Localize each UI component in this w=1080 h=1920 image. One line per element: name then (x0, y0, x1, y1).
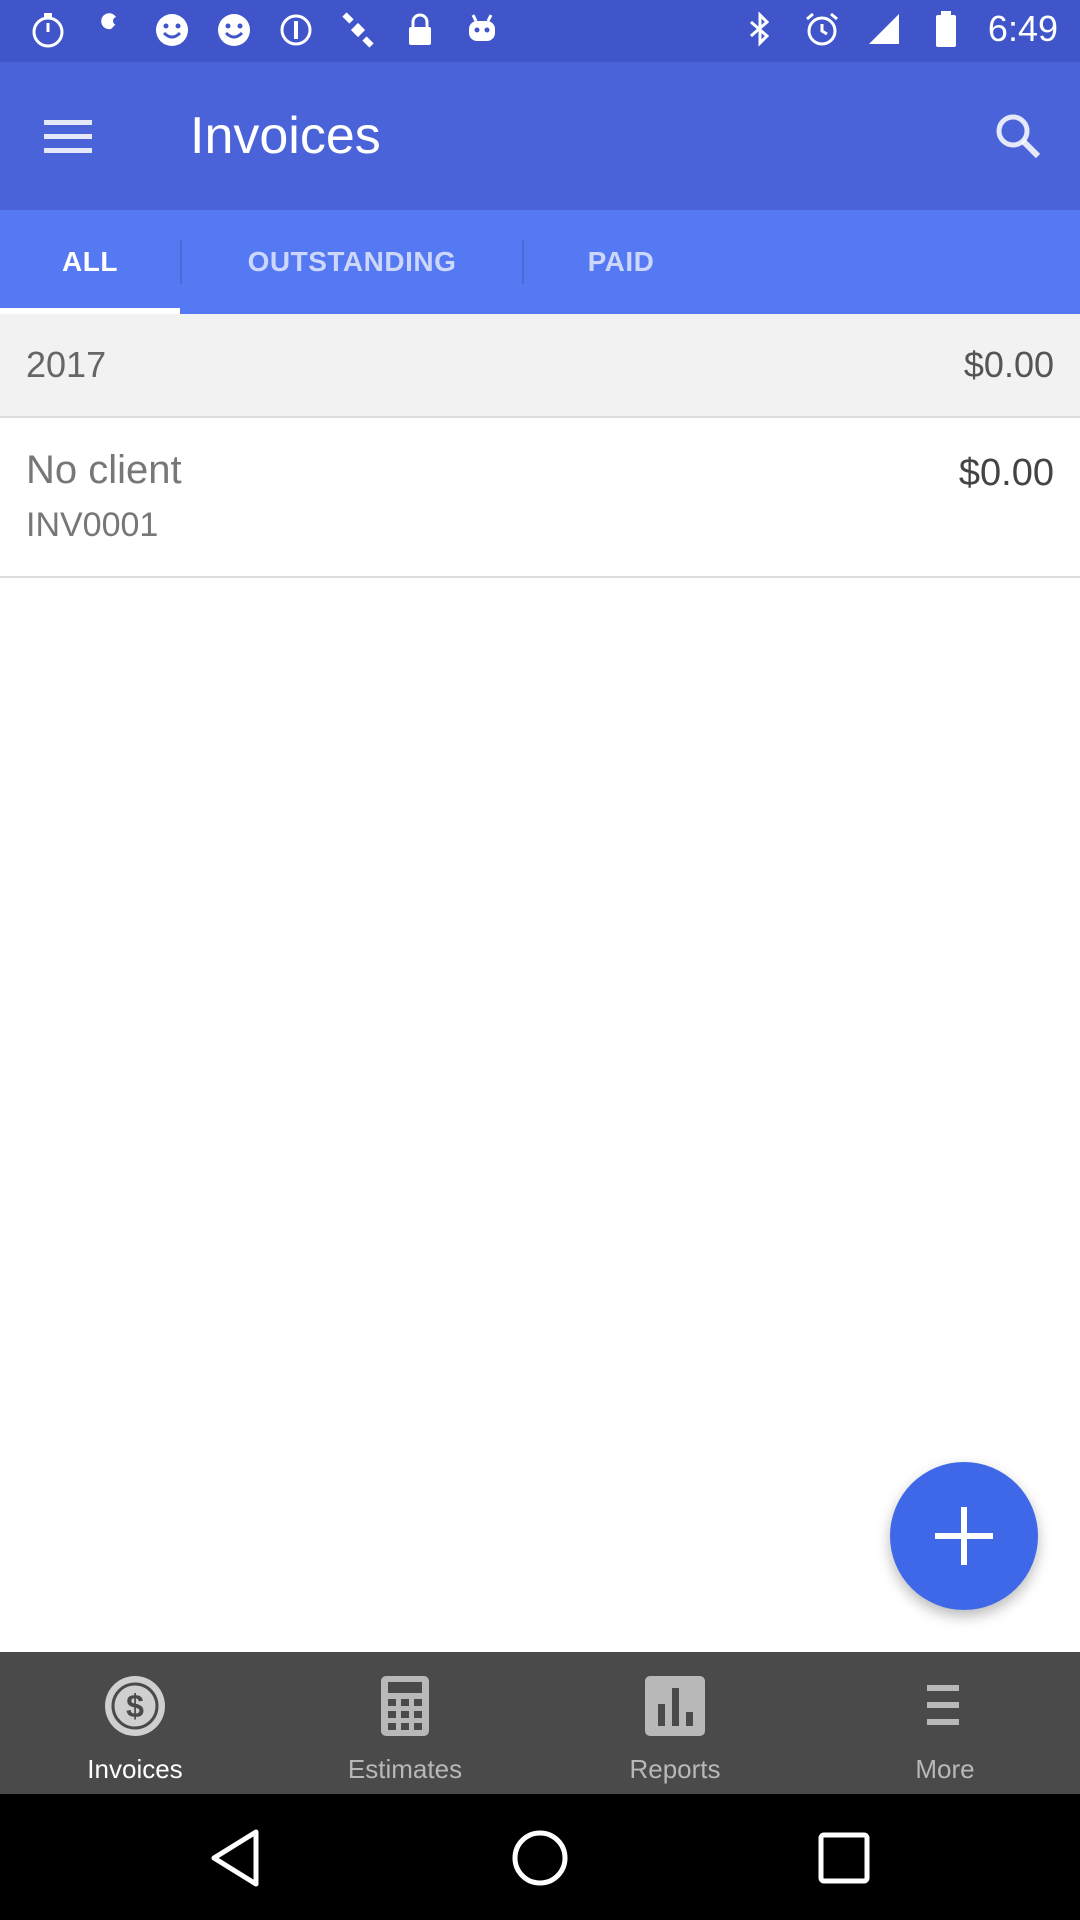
invoice-client: No client (26, 448, 182, 492)
android-icon (462, 10, 502, 50)
back-icon[interactable] (198, 1820, 274, 1896)
tab-paid[interactable]: PAID (524, 210, 718, 314)
invoice-amount: $0.00 (958, 452, 1054, 494)
group-total: $0.00 (963, 344, 1054, 385)
more-menu-icon (911, 1672, 979, 1740)
status-bar-system: 6:49 (740, 8, 1058, 50)
invoice-number: INV0001 (26, 506, 159, 544)
clock: 6:49 (987, 8, 1058, 49)
tab-all[interactable]: ALL (0, 210, 180, 314)
tab-outstanding[interactable]: OUTSTANDING (182, 210, 522, 314)
alarm-icon (802, 9, 842, 49)
nav-more-label: More (915, 1754, 975, 1784)
nav-more[interactable]: More (810, 1652, 1080, 1794)
plus-icon (935, 1507, 993, 1565)
nav-invoices[interactable]: $ Invoices (0, 1652, 270, 1794)
signal-icon (864, 9, 904, 49)
home-icon[interactable] (502, 1820, 578, 1896)
nav-reports-label: Reports (629, 1754, 721, 1784)
menu-icon[interactable] (40, 108, 96, 164)
add-invoice-button[interactable] (890, 1462, 1038, 1610)
status-bar: 6:49 (0, 0, 1080, 62)
recents-icon[interactable] (806, 1820, 882, 1896)
nav-invoices-label: Invoices (87, 1754, 183, 1784)
status-bar-notifications (28, 10, 502, 50)
app-toolbar: Invoices (0, 62, 1080, 210)
calculator-icon (371, 1672, 439, 1740)
nav-estimates-label: Estimates (347, 1754, 463, 1784)
invoice-list-item[interactable]: No client INV0001 $0.00 (0, 418, 1080, 578)
page-title: Invoices (190, 107, 381, 165)
smiley-icon (214, 10, 254, 50)
bluetooth-icon (740, 9, 780, 49)
battery-icon (926, 9, 966, 49)
stopwatch-icon (28, 10, 68, 50)
disc-icon (276, 10, 316, 50)
wrench-icon (90, 10, 130, 50)
system-navigation-bar (0, 1794, 1080, 1920)
search-icon[interactable] (986, 104, 1050, 168)
svg-text:$: $ (126, 1688, 144, 1724)
bottom-navigation: $ Invoices Estimates Reports More (0, 1652, 1080, 1794)
satellite-icon (338, 10, 378, 50)
dollar-icon: $ (101, 1672, 169, 1740)
invoice-filter-tabs: ALL OUTSTANDING PAID (0, 210, 1080, 314)
nav-reports[interactable]: Reports (540, 1652, 810, 1794)
smiley-icon (152, 10, 192, 50)
bar-chart-icon (641, 1672, 709, 1740)
year-group-header: 2017 $0.00 (0, 314, 1080, 418)
group-year: 2017 (26, 344, 107, 385)
lock-icon (400, 10, 440, 50)
nav-estimates[interactable]: Estimates (270, 1652, 540, 1794)
